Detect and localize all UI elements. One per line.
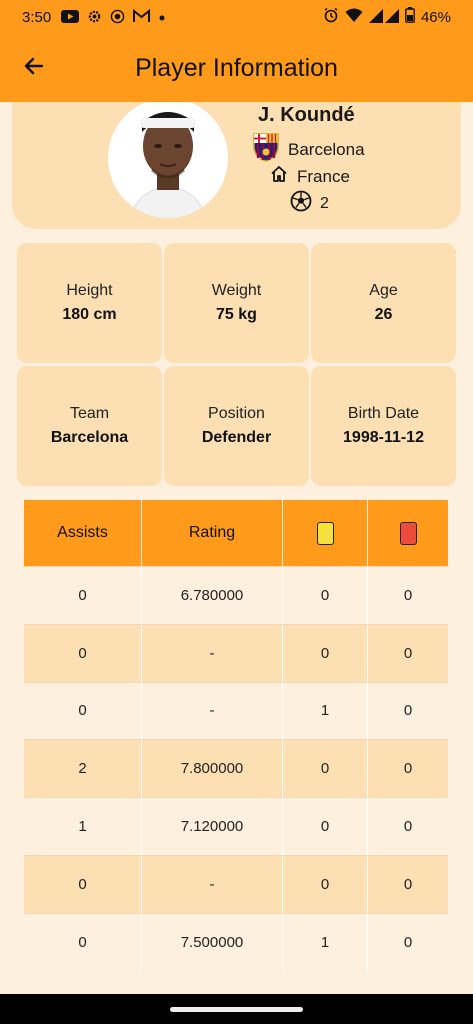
number-row: 2 <box>290 190 329 217</box>
signal-icon <box>368 8 399 27</box>
yellow-card-icon <box>316 521 334 545</box>
battery-percent: 46% <box>420 8 451 26</box>
table-header: Assists Rating <box>24 500 448 566</box>
info-value: 1998-11-12 <box>343 429 424 446</box>
table-cell: 0 <box>24 682 142 740</box>
info-label: Weight <box>211 282 262 299</box>
table-cell: 0 <box>403 702 413 720</box>
red-card-icon <box>399 521 417 545</box>
profile-card: J. Koundé Barcelona France 2 <box>12 102 461 229</box>
home-indicator[interactable] <box>170 1007 303 1012</box>
record-icon <box>110 9 125 26</box>
shirt-number: 2 <box>320 194 329 212</box>
table-cell: 1 <box>283 913 368 971</box>
table-cell: 0 <box>403 644 413 662</box>
table-cell: 6.780000 <box>142 567 283 624</box>
table-cell: 1 <box>283 682 368 740</box>
table-cell: 0 <box>403 933 413 951</box>
player-name: J. Koundé <box>258 104 355 126</box>
status-bar: 3:50 46% <box>0 0 473 34</box>
info-value: Barcelona <box>50 429 129 446</box>
home-icon <box>269 164 289 189</box>
info-label: Age <box>369 282 398 299</box>
info-label: Position <box>208 405 265 422</box>
table-row: 0 6.780000 0 0 <box>24 566 448 624</box>
table-row: 0-00 <box>24 854 448 913</box>
table-cell: 2 <box>24 740 142 798</box>
table-cell: 7.500000 <box>142 913 283 971</box>
table-cell: 0 <box>283 855 368 913</box>
table-cell: - <box>142 855 283 913</box>
country-name: France <box>297 166 350 186</box>
table-cell: 0 <box>403 586 413 604</box>
gmail-icon <box>133 8 151 25</box>
table-body: 0 6.780000 0 0 0-0 0 0-1 0 2 7.800000 0 0 1 7.120000 0… <box>24 566 448 971</box>
navigation-bar <box>0 994 473 1024</box>
table-cell: 0 <box>283 624 368 682</box>
info-value: 75 kg <box>216 306 257 323</box>
table-cell: 0 <box>24 624 142 682</box>
status-time: 3:50 <box>22 8 52 26</box>
battery-icon <box>405 7 415 27</box>
club-name: Barcelona <box>288 139 365 159</box>
page-title: Player Information <box>135 53 338 82</box>
club-row: Barcelona <box>252 132 365 167</box>
wifi-icon <box>345 8 363 27</box>
info-label: Birth Date <box>347 405 420 422</box>
back-button[interactable] <box>4 34 64 102</box>
table-cell: 0 <box>403 818 413 836</box>
dot-icon <box>158 10 166 24</box>
info-label: Height <box>66 282 113 299</box>
club-crest-icon <box>252 132 280 167</box>
table-row: 0-00 <box>24 623 448 682</box>
settings-icon <box>87 9 102 26</box>
youtube-icon <box>61 9 80 25</box>
table-cell: 7.800000 <box>142 740 283 798</box>
info-cell-birth-date: Birth Date 1998-11-12 <box>311 366 456 486</box>
table-cell: 0 <box>283 798 368 855</box>
info-cell-age: Age 26 <box>311 243 456 363</box>
info-grid: Height 180 cm Weight 75 kg Age 26 Team B… <box>17 243 457 486</box>
country-row: France <box>269 164 350 189</box>
table-row: 1 7.120000 0 0 <box>24 797 448 855</box>
table-row: 0-10 <box>24 681 448 740</box>
alarm-icon <box>323 7 339 27</box>
header-yellow-card <box>283 500 368 566</box>
table-cell: 0 <box>403 875 413 893</box>
info-cell-height: Height 180 cm <box>17 243 162 363</box>
table-cell: 0 <box>24 855 142 913</box>
status-right: 46% <box>323 0 451 34</box>
soccer-ball-icon <box>290 190 312 217</box>
info-value: 26 <box>374 306 393 323</box>
table-cell: 7.120000 <box>142 798 283 855</box>
info-cell-team: Team Barcelona <box>17 366 162 486</box>
table-cell: 1 <box>24 798 142 855</box>
table-cell: - <box>142 682 283 740</box>
stats-table[interactable]: Assists Rating 0 6.780000 0 0 0-0 0 0-1 0 2 7.800… <box>24 500 448 971</box>
table-cell: 0 <box>283 567 368 624</box>
header-assists: Assists <box>24 500 142 566</box>
app-bar: Player Information <box>0 34 473 102</box>
table-cell: - <box>142 624 283 682</box>
info-cell-weight: Weight 75 kg <box>164 243 309 363</box>
info-value: 180 cm <box>62 306 117 323</box>
table-cell: 0 <box>403 760 413 778</box>
header-red-card <box>368 500 448 566</box>
player-photo <box>108 102 228 218</box>
table-cell: 0 <box>24 913 142 971</box>
info-cell-position: Position Defender <box>164 366 309 486</box>
info-label: Team <box>69 405 110 422</box>
table-row: 0 7.500000 1 0 <box>24 912 448 971</box>
table-row: 2 7.800000 0 0 <box>24 739 448 798</box>
info-value: Defender <box>201 429 272 446</box>
table-cell: 0 <box>24 567 142 624</box>
header-rating: Rating <box>142 500 283 566</box>
table-cell: 0 <box>283 740 368 798</box>
arrow-back-icon <box>22 54 46 83</box>
